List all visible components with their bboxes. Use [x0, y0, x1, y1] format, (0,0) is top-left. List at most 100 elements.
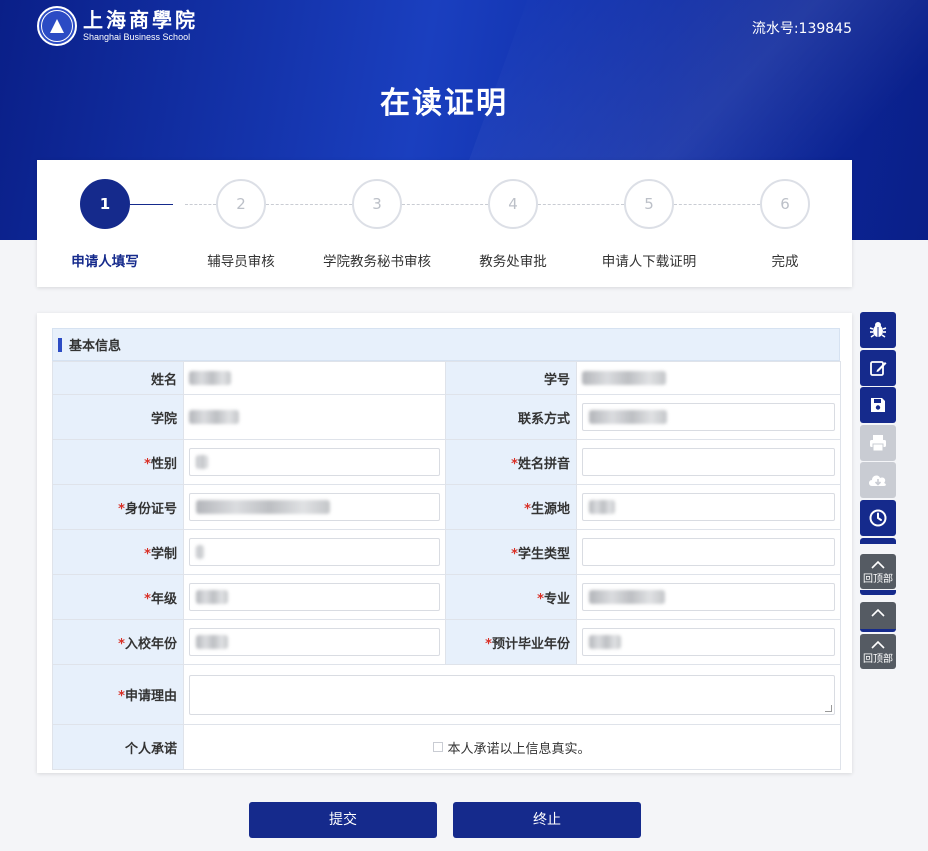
graduation-year-cell [576, 619, 841, 665]
origin-label: *生源地 [445, 484, 577, 530]
enroll-year-cell [183, 619, 446, 665]
redacted-value [589, 500, 615, 514]
id-number-field[interactable] [189, 493, 440, 521]
name-pinyin-field[interactable] [582, 448, 835, 476]
gender-cell [183, 439, 446, 485]
step-4-label: 教务处审批 [479, 254, 547, 270]
origin-cell [576, 484, 841, 530]
info-table: 姓名 学号 学院 联系方式 *性别 *姓名拼音 *身份证号 *生源地 *学制 *… [52, 361, 841, 770]
section-title: 基本信息 [69, 339, 122, 354]
name-pinyin-label: *姓名拼音 [445, 439, 577, 485]
id-number-cell [183, 484, 446, 530]
promise-checkbox[interactable] [433, 742, 444, 752]
print-icon[interactable] [860, 425, 896, 461]
school-logo[interactable]: 上海商學院 Shanghai Business School [37, 6, 198, 46]
schooling-length-field[interactable] [189, 538, 440, 566]
gender-field[interactable] [189, 448, 440, 476]
major-label: *专业 [445, 574, 577, 620]
back-to-top-label: 回顶部 [863, 574, 893, 585]
promise-label: 个人承诺 [52, 724, 184, 770]
save-icon[interactable] [860, 387, 896, 423]
reason-cell [183, 664, 841, 725]
back-to-top-label: 回顶部 [863, 654, 893, 665]
redacted-value [196, 590, 228, 604]
page-title: 在读证明 [380, 86, 508, 121]
step-3-label: 学院教务秘书审核 [323, 254, 431, 270]
table-row: *申请理由 [52, 664, 841, 725]
graduation-year-field[interactable] [582, 628, 835, 656]
redacted-value [582, 371, 666, 385]
step-1-number: 1 [80, 179, 130, 229]
student-id-value [576, 361, 841, 395]
step-4-number: 4 [488, 179, 538, 229]
school-seal-icon [37, 6, 77, 46]
serial-label: 流水号: [751, 21, 799, 37]
chevron-up-icon [860, 554, 896, 570]
serial-value: 139845 [798, 21, 852, 37]
step-connector-3 [402, 204, 488, 205]
promise-cell: 本人承诺以上信息真实。 [183, 724, 841, 770]
student-type-label: *学生类型 [445, 529, 577, 575]
logo-en-text: Shanghai Business School [83, 32, 191, 42]
origin-field[interactable] [582, 493, 835, 521]
step-connector-5 [674, 204, 760, 205]
table-row: *身份证号 *生源地 [52, 484, 841, 530]
college-value [183, 394, 446, 440]
name-value [183, 361, 446, 395]
redacted-value [196, 635, 228, 649]
application-form: 基本信息 姓名 学号 学院 联系方式 *性别 *姓名拼音 *身份证号 *生源地 … [37, 313, 852, 773]
student-type-field[interactable] [582, 538, 835, 566]
collapsed-tool-edge [860, 538, 896, 544]
graduation-year-label: *预计毕业年份 [445, 619, 577, 665]
table-row: 姓名 学号 [52, 361, 841, 395]
reason-label: *申请理由 [52, 664, 184, 725]
step-1-label: 申请人填写 [71, 254, 139, 270]
back-to-top-button[interactable]: 回顶部 [860, 634, 896, 669]
major-cell [576, 574, 841, 620]
table-row: *入校年份 *预计毕业年份 [52, 619, 841, 665]
step-connector-1 [130, 204, 173, 205]
section-marker [58, 337, 62, 352]
reason-textarea[interactable] [189, 674, 835, 715]
redacted-value [196, 500, 330, 514]
college-label: 学院 [52, 394, 184, 440]
contact-cell [576, 394, 841, 440]
step-2-label: 辅导员审核 [207, 254, 275, 270]
redacted-value [589, 635, 621, 649]
clock-icon[interactable] [860, 500, 896, 536]
gender-label: *性别 [52, 439, 184, 485]
redacted-value [589, 410, 667, 424]
grade-cell [183, 574, 446, 620]
name-label: 姓名 [52, 361, 184, 395]
serial-number: 流水号:139845 [752, 18, 852, 38]
table-row: 个人承诺 本人承诺以上信息真实。 [52, 724, 841, 770]
step-6-label: 完成 [771, 254, 799, 270]
grade-field[interactable] [189, 583, 440, 611]
step-connector-2 [266, 204, 352, 205]
bug-icon[interactable] [860, 312, 896, 348]
table-row: *性别 *姓名拼音 [52, 439, 841, 485]
step-5-number: 5 [624, 179, 674, 229]
step-3-number: 3 [352, 179, 402, 229]
logo-cn-text: 上海商學院 [83, 8, 198, 32]
submit-button[interactable]: 提交 [249, 802, 437, 838]
step-connector-1b [185, 204, 216, 205]
edit-icon[interactable] [860, 350, 896, 386]
enroll-year-field[interactable] [189, 628, 440, 656]
id-number-label: *身份证号 [52, 484, 184, 530]
back-to-top-button[interactable] [860, 602, 896, 632]
section-header: 基本信息 [52, 328, 840, 361]
cloud-download-icon[interactable] [860, 462, 896, 498]
enroll-year-label: *入校年份 [52, 619, 184, 665]
back-to-top-button[interactable]: 回顶部 [860, 554, 896, 589]
table-row: *学制 *学生类型 [52, 529, 841, 575]
promise-text: 本人承诺以上信息真实。 [447, 741, 591, 757]
step-6-number: 6 [760, 179, 810, 229]
redacted-value [196, 545, 204, 559]
table-row: 学院 联系方式 [52, 394, 841, 440]
step-5-label: 申请人下载证明 [601, 254, 697, 270]
contact-field[interactable] [582, 403, 835, 431]
major-field[interactable] [582, 583, 835, 611]
terminate-button[interactable]: 终止 [453, 802, 641, 838]
schooling-length-label: *学制 [52, 529, 184, 575]
